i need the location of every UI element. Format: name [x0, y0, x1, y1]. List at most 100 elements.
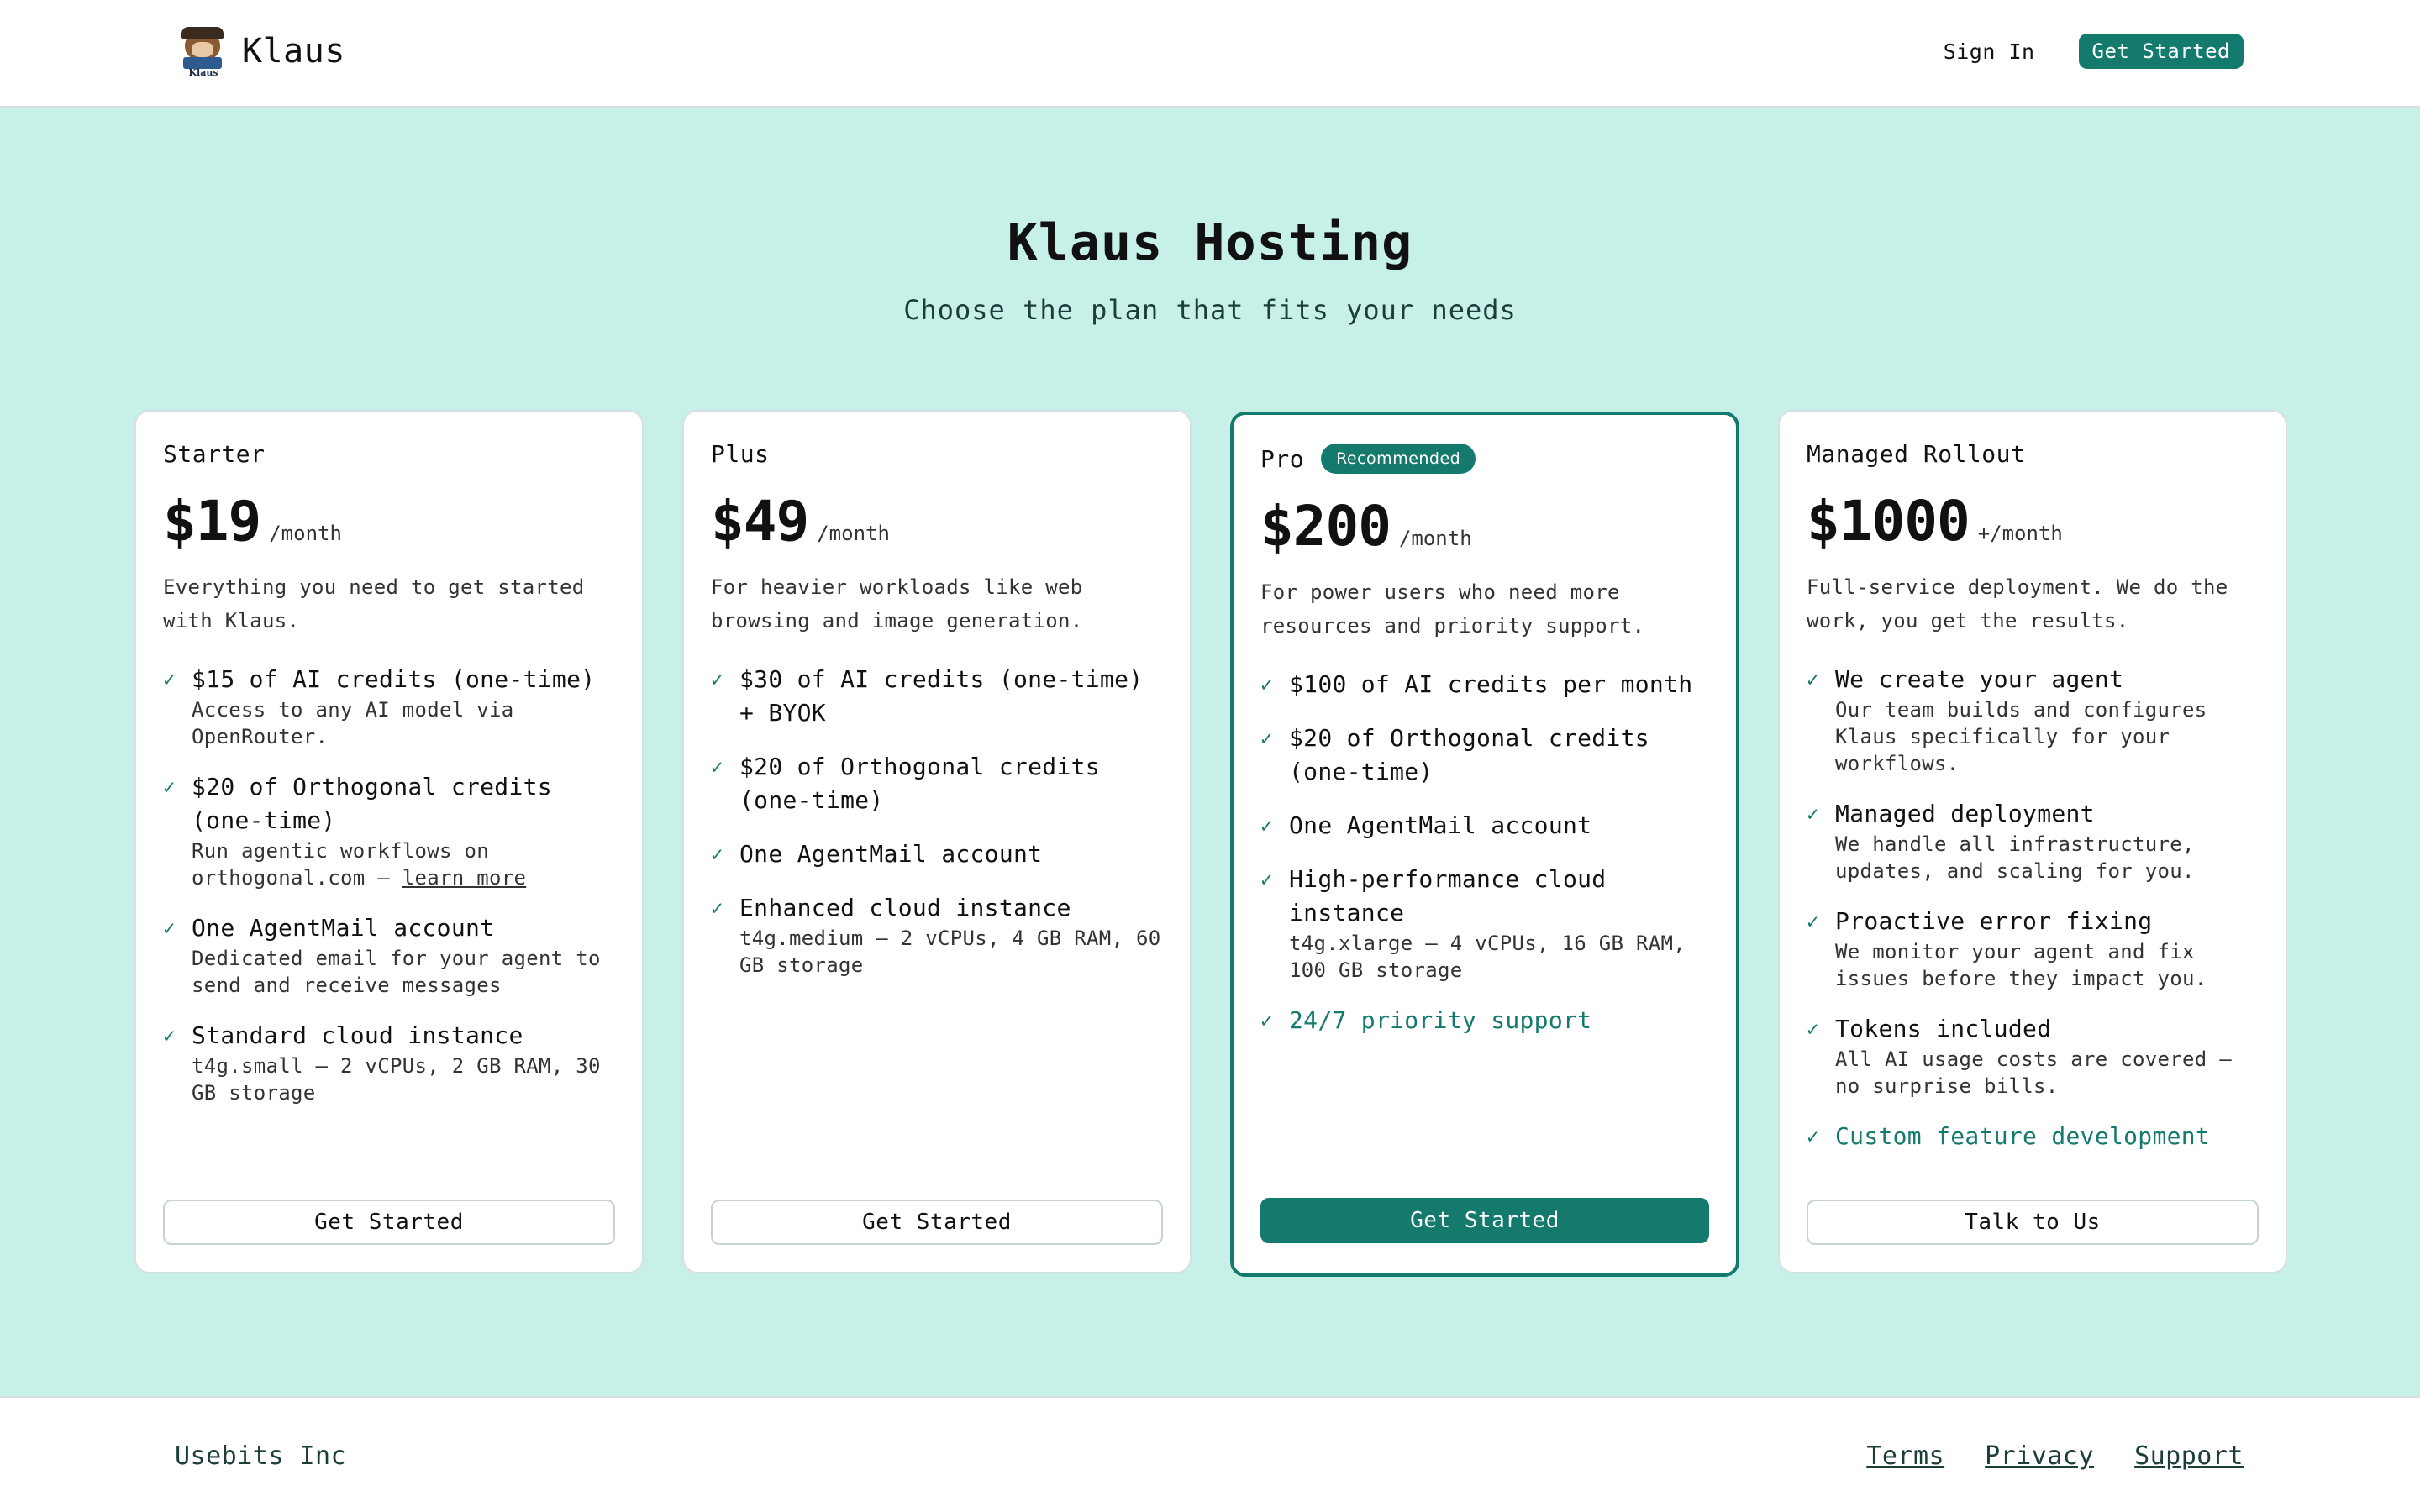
feature-title: One AgentMail account	[739, 840, 1043, 868]
feature-item: ✓ $30 of AI credits (one-time) + BYOK	[711, 663, 1163, 730]
feature-title: Proactive error fixing	[1835, 907, 2153, 935]
feature-title: $30 of AI credits (one-time) + BYOK	[739, 665, 1144, 727]
feature-item: ✓ Standard cloud instance t4g.small — 2 …	[163, 1019, 615, 1106]
sign-in-link[interactable]: Sign In	[1944, 39, 2035, 64]
feature-title: Tokens included	[1835, 1015, 2052, 1042]
check-icon: ✓	[1260, 814, 1273, 837]
recommended-badge: Recommended	[1321, 444, 1476, 474]
feature-list: ✓ We create your agent Our team builds a…	[1807, 663, 2259, 1153]
feature-title: $20 of Orthogonal credits (one-time)	[739, 753, 1100, 814]
check-icon: ✓	[163, 916, 176, 940]
feature-detail: Dedicated email for your agent to send a…	[192, 947, 601, 997]
check-icon: ✓	[1260, 727, 1273, 750]
feature-title: $15 of AI credits (one-time)	[192, 665, 596, 693]
feature-title: Managed deployment	[1835, 800, 2095, 827]
plan-period: /month	[817, 522, 890, 545]
plan-period: /month	[269, 522, 342, 545]
check-icon: ✓	[711, 843, 723, 866]
feature-item: ✓ One AgentMail account	[1260, 809, 1709, 843]
plan-period: /month	[1398, 527, 1472, 550]
header-get-started-button[interactable]: Get Started	[2078, 34, 2244, 69]
feature-title: We create your agent	[1835, 665, 2124, 693]
feature-item: ✓ Tokens included All AI usage costs are…	[1807, 1012, 2259, 1100]
plan-price: $1000	[1807, 489, 1970, 554]
feature-item: ✓ $20 of Orthogonal credits (one-time) R…	[163, 770, 615, 891]
plan-description: For heavier workloads like web browsing …	[711, 575, 1083, 633]
learn-more-link[interactable]: learn more	[402, 866, 527, 890]
plan-description: For power users who need more resources …	[1260, 580, 1645, 638]
feature-item: ✓ We create your agent Our team builds a…	[1807, 663, 2259, 777]
feature-item: ✓ $20 of Orthogonal credits (one-time)	[1260, 722, 1709, 789]
plan-period: +/month	[1977, 522, 2063, 545]
feature-item: ✓ One AgentMail account Dedicated email …	[163, 911, 615, 999]
check-icon: ✓	[163, 668, 176, 691]
plan-price: $19	[163, 489, 261, 554]
plan-name: Starter	[163, 439, 266, 468]
feature-detail: t4g.medium — 2 vCPUs, 4 GB RAM, 60 GB st…	[739, 927, 1161, 977]
plan-name: Pro	[1260, 444, 1305, 473]
feature-title: Custom feature development	[1835, 1122, 2211, 1150]
talk-to-us-button[interactable]: Talk to Us	[1807, 1200, 2259, 1245]
plan-name: Plus	[711, 439, 770, 468]
company-name: Usebits Inc	[175, 1441, 347, 1471]
logo-tag: Klaus	[188, 67, 218, 78]
plan-card-plus: Plus $49 /month For heavier workloads li…	[682, 410, 1192, 1273]
check-icon: ✓	[1807, 668, 1819, 691]
feature-item: ✓ $15 of AI credits (one-time) Access to…	[163, 663, 615, 750]
feature-title: One AgentMail account	[1289, 811, 1592, 839]
check-icon: ✓	[1260, 1009, 1273, 1032]
check-icon: ✓	[1807, 1017, 1819, 1041]
feature-detail: Our team builds and configures Klaus spe…	[1835, 698, 2207, 775]
feature-list: ✓ $15 of AI credits (one-time) Access to…	[163, 663, 615, 1106]
check-icon: ✓	[1260, 868, 1273, 891]
support-link[interactable]: Support	[2134, 1441, 2244, 1471]
check-icon: ✓	[711, 896, 723, 920]
feature-title: One AgentMail account	[192, 914, 495, 942]
feature-title: Enhanced cloud instance	[739, 894, 1071, 921]
feature-list: ✓ $100 of AI credits per month ✓ $20 of …	[1260, 668, 1709, 1037]
plan-description: Everything you need to get started with …	[163, 575, 585, 633]
check-icon: ✓	[711, 755, 723, 779]
privacy-link[interactable]: Privacy	[1985, 1441, 2094, 1471]
pricing-section: Klaus Hosting Choose the plan that fits …	[0, 108, 2420, 1396]
feature-title: $20 of Orthogonal credits (one-time)	[192, 773, 552, 834]
feature-detail: We monitor your agent and fix issues bef…	[1835, 940, 2207, 990]
plan-price: $200	[1260, 494, 1392, 559]
page-title: Klaus Hosting	[1007, 213, 1413, 272]
check-icon: ✓	[1807, 910, 1819, 933]
feature-title: $100 of AI credits per month	[1289, 670, 1693, 698]
feature-detail: Run agentic workflows on orthogonal.com …	[192, 837, 615, 891]
top-nav: Klaus Klaus Sign In Get Started	[0, 0, 2420, 108]
feature-item: ✓ High-performance cloud instance t4g.xl…	[1260, 863, 1709, 984]
feature-item: ✓ Proactive error fixing We monitor your…	[1807, 905, 2259, 992]
feature-title: 24/7 priority support	[1289, 1006, 1592, 1034]
check-icon: ✓	[163, 775, 176, 799]
plus-get-started-button[interactable]: Get Started	[711, 1200, 1163, 1245]
plan-card-starter: Starter $19 /month Everything you need t…	[134, 410, 644, 1273]
check-icon: ✓	[163, 1024, 176, 1047]
feature-title: High-performance cloud instance	[1289, 865, 1607, 927]
feature-item: ✓ One AgentMail account	[711, 837, 1163, 871]
feature-item: ✓ 24/7 priority support	[1260, 1004, 1709, 1037]
check-icon: ✓	[1807, 802, 1819, 826]
brand-name: Klaus	[242, 32, 345, 71]
pro-get-started-button[interactable]: Get Started	[1260, 1198, 1709, 1243]
feature-item: ✓ Enhanced cloud instance t4g.medium — 2…	[711, 891, 1163, 979]
feature-item: ✓ Managed deployment We handle all infra…	[1807, 797, 2259, 885]
feature-list: ✓ $30 of AI credits (one-time) + BYOK ✓ …	[711, 663, 1163, 979]
klaus-logo: Klaus	[176, 25, 229, 78]
plan-name: Managed Rollout	[1807, 439, 2026, 468]
terms-link[interactable]: Terms	[1866, 1441, 1944, 1471]
page-subtitle: Choose the plan that fits your needs	[903, 294, 1517, 326]
plan-price: $49	[711, 489, 809, 554]
check-icon: ✓	[1260, 673, 1273, 696]
feature-item: ✓ $20 of Orthogonal credits (one-time)	[711, 750, 1163, 817]
plan-card-pro: Pro Recommended $200 /month For power us…	[1230, 412, 1739, 1277]
feature-detail: t4g.small — 2 vCPUs, 2 GB RAM, 30 GB sto…	[192, 1054, 601, 1105]
brand-link[interactable]: Klaus Klaus	[176, 25, 345, 78]
feature-detail: Access to any AI model via OpenRouter.	[192, 698, 514, 748]
feature-item: ✓ $100 of AI credits per month	[1260, 668, 1709, 701]
starter-get-started-button[interactable]: Get Started	[163, 1200, 615, 1245]
feature-title: $20 of Orthogonal credits (one-time)	[1289, 724, 1649, 785]
feature-detail: t4g.xlarge — 4 vCPUs, 16 GB RAM, 100 GB …	[1289, 932, 1686, 982]
